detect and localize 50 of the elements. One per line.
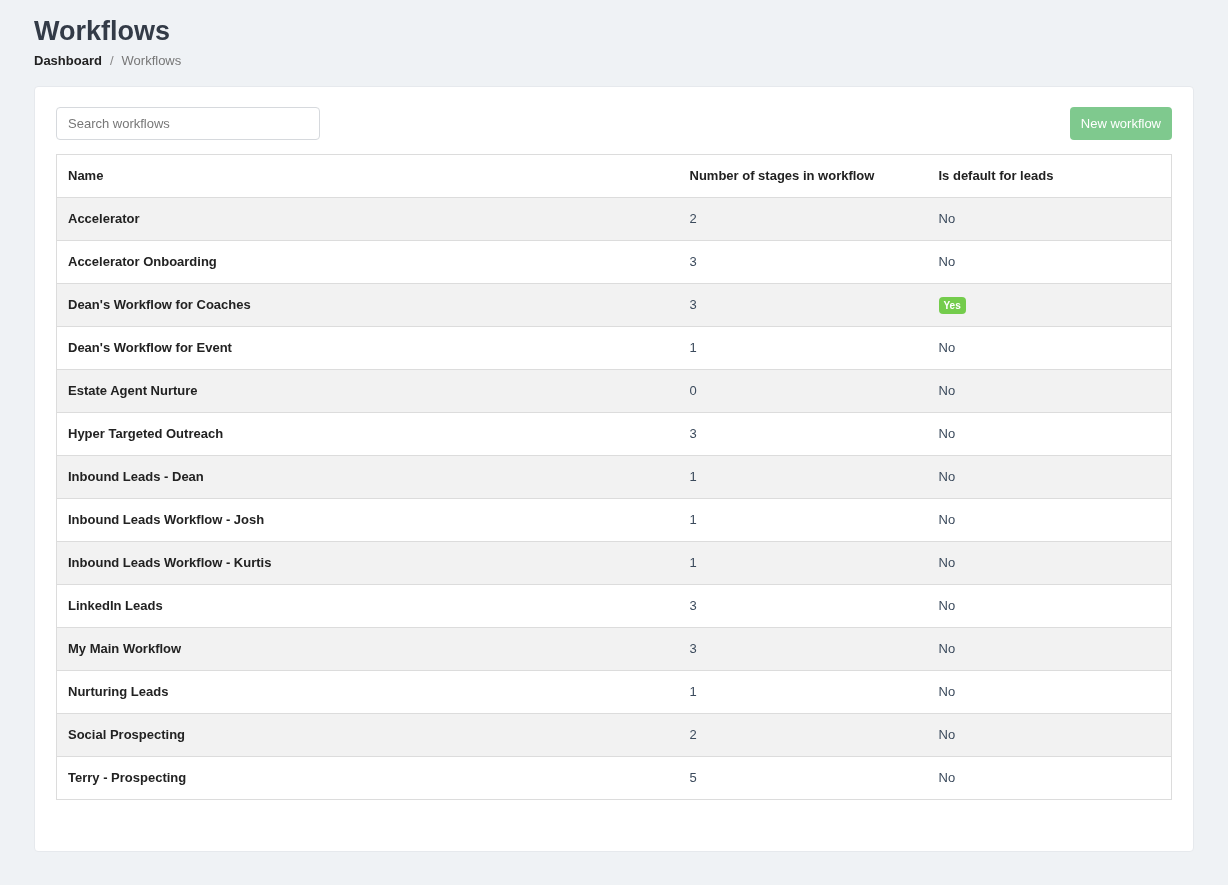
stages-count-cell: 3 [678,412,928,456]
default-status-text: No [938,641,956,657]
default-status-text: No [938,383,956,399]
default-status-text: No [938,469,956,485]
stages-count-cell: 3 [678,584,928,628]
breadcrumb-current: Workflows [121,52,182,71]
stages-count-cell: 2 [678,713,928,757]
workflow-name-cell: LinkedIn Leads [56,584,679,628]
default-status-text: No [938,340,956,356]
workflow-name-cell: Dean's Workflow for Coaches [56,283,679,327]
column-header: Is default for leads [927,154,1172,198]
workflow-name-cell: Accelerator [56,197,679,241]
workflow-name-cell: Dean's Workflow for Event [56,326,679,370]
stages-count-cell: 0 [678,369,928,413]
default-status-text: No [938,512,956,528]
default-status-text: No [938,254,956,270]
breadcrumb-separator: / [109,52,114,71]
column-header: Number of stages in workflow [678,154,928,198]
stages-count-cell: 3 [678,627,928,671]
workflow-name-cell: Inbound Leads - Dean [56,455,679,499]
workflow-name-cell: Inbound Leads Workflow - Kurtis [56,541,679,585]
default-status-text: No [938,684,956,700]
workflow-name-cell: Social Prospecting [56,713,679,757]
stages-count-cell: 1 [678,455,928,499]
default-status-text: No [938,555,956,571]
column-header: Name [56,154,679,198]
workflow-name-cell: Accelerator Onboarding [56,240,679,284]
stages-count-cell: 1 [678,326,928,370]
stages-count-cell: 2 [678,197,928,241]
workflow-name-cell: Inbound Leads Workflow - Josh [56,498,679,542]
default-status-text: No [938,426,956,442]
workflow-name-cell: Terry - Prospecting [56,756,679,800]
stages-count-cell: 3 [678,283,928,327]
default-status-text: No [938,598,956,614]
stages-count-cell: 1 [678,498,928,542]
workflow-name-cell: Nurturing Leads [56,670,679,714]
page-title: Workflows [34,15,171,48]
stages-count-cell: 5 [678,756,928,800]
stages-count-cell: 1 [678,670,928,714]
workflow-name-cell: Hyper Targeted Outreach [56,412,679,456]
stages-count-cell: 3 [678,240,928,284]
stages-count-cell: 1 [678,541,928,585]
workflow-name-cell: My Main Workflow [56,627,679,671]
breadcrumb-link[interactable]: Dashboard [34,51,102,71]
default-badge: Yes [938,297,966,315]
workflow-name-cell: Estate Agent Nurture [56,369,679,413]
default-status-text: No [938,727,956,743]
default-status-text: No [938,211,956,227]
search-field[interactable]: Search workflows [56,107,320,140]
default-status-text: No [938,770,956,786]
